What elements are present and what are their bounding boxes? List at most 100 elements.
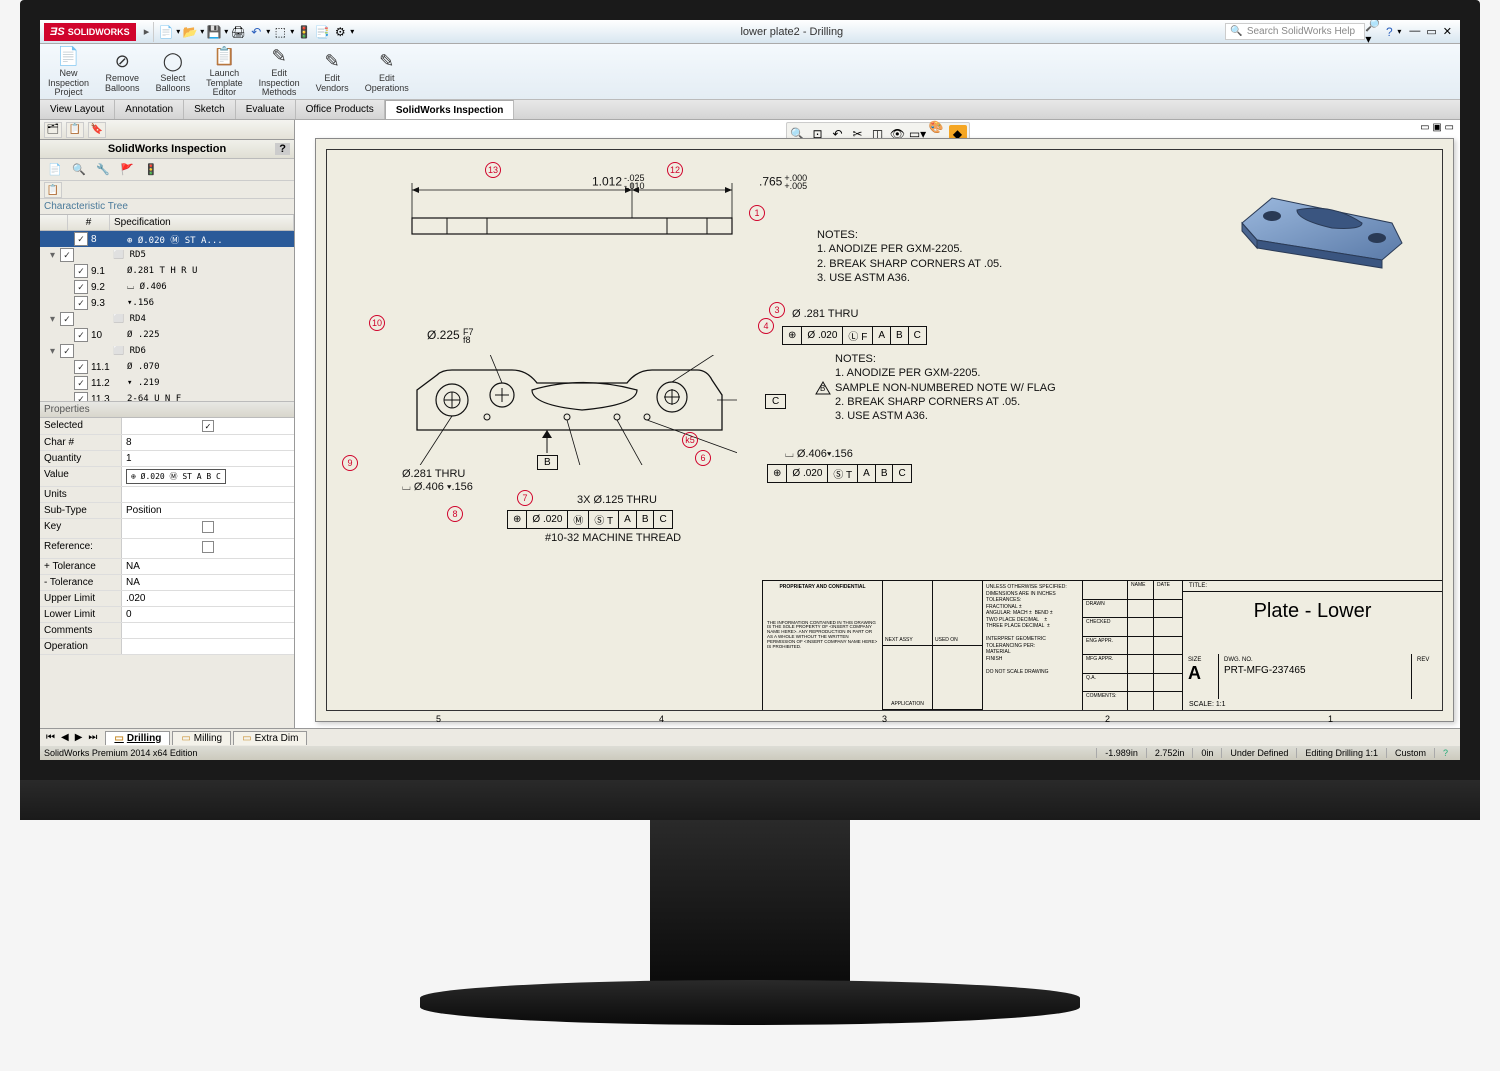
balloon-9[interactable]: 9 [342, 455, 358, 471]
save-icon[interactable]: 💾 [206, 24, 222, 40]
tree-row[interactable]: ✓9.1Ø.281 T H R U [40, 263, 294, 279]
options-icon[interactable]: 📑 [314, 24, 330, 40]
ribbon-edit[interactable]: ✎EditInspectionMethods [255, 43, 304, 101]
property-row[interactable]: Comments [40, 623, 294, 639]
balloon-13[interactable]: 13 [485, 162, 501, 178]
property-row[interactable]: Value⊕ Ø.020 Ⓜ ST A B C [40, 467, 294, 487]
property-row[interactable]: Sub-TypePosition [40, 503, 294, 519]
tab-sketch[interactable]: Sketch [184, 100, 236, 119]
help-icon[interactable]: ? [275, 143, 290, 155]
ribbon-select[interactable]: ◯SelectBalloons [152, 48, 195, 96]
property-row[interactable]: Char #8 [40, 435, 294, 451]
close-icon[interactable]: ✕ [1443, 25, 1452, 38]
balloon-3[interactable]: 3 [769, 302, 785, 318]
property-row[interactable]: Lower Limit0 [40, 607, 294, 623]
property-row[interactable]: - ToleranceNA [40, 575, 294, 591]
tree-row[interactable]: ✓11.1Ø .070 [40, 359, 294, 375]
sheet-tab-extra dim[interactable]: ▭Extra Dim [233, 731, 307, 745]
tree-row[interactable]: ▾✓⬜ RD6 [40, 343, 294, 359]
property-row[interactable]: Quantity1 [40, 451, 294, 467]
dropdown-icon[interactable]: ▾ [176, 27, 180, 36]
balloon-1[interactable]: 1 [749, 205, 765, 221]
property-row[interactable]: Reference: [40, 539, 294, 559]
tool-search-icon[interactable]: 🔍 [70, 161, 88, 179]
dropdown-icon[interactable]: ▾ [266, 27, 270, 36]
property-row[interactable]: Upper Limit.020 [40, 591, 294, 607]
tree-row[interactable]: ✓9.2⌴ Ø.406 [40, 279, 294, 295]
tab-office-products[interactable]: Office Products [296, 100, 385, 119]
rebuild-icon[interactable]: 🚦 [296, 24, 312, 40]
drawing-canvas[interactable]: 🔍 ⊡ ↶ ✂ ◫ 👁 ▭▾ 🎨▾ ◆ ▭ ▣ ▭ [295, 120, 1460, 728]
tab-annotation[interactable]: Annotation [115, 100, 184, 119]
status-x: -1.989in [1096, 748, 1146, 758]
search-icon: 🔍 [1230, 26, 1242, 37]
select-icon[interactable]: ⬚ [272, 24, 288, 40]
ribbon-edit[interactable]: ✎EditVendors [312, 48, 353, 96]
first-sheet-icon[interactable]: ⏮ [44, 732, 57, 743]
property-row[interactable]: Key [40, 519, 294, 539]
balloon-k5[interactable]: k5 [682, 432, 698, 448]
sub-tab-icon[interactable]: 📋 [44, 182, 62, 198]
sheet-tab-milling[interactable]: ▭Milling [172, 731, 231, 745]
col-specification[interactable]: Specification [110, 215, 294, 230]
tree-row[interactable]: ✓10Ø .225 [40, 327, 294, 343]
window-controls[interactable]: ▭ ▣ ▭ [1420, 122, 1454, 133]
drawing-sheet[interactable]: 1.012-.025-.010 .765+.000+.005 [315, 138, 1454, 722]
ribbon-remove[interactable]: ⊘RemoveBalloons [101, 48, 144, 96]
dropdown-icon[interactable]: ▾ [350, 27, 354, 36]
balloon-8[interactable]: 8 [447, 506, 463, 522]
property-row[interactable]: Units [40, 487, 294, 503]
undo-icon[interactable]: ↶ [248, 24, 264, 40]
minimize-icon[interactable]: — [1409, 25, 1420, 38]
balloon-10[interactable]: 10 [369, 315, 385, 331]
status-help-icon[interactable]: ? [1434, 748, 1456, 758]
tab-view-layout[interactable]: View Layout [40, 100, 115, 119]
next-sheet-icon[interactable]: ▶ [73, 732, 85, 743]
print-icon[interactable]: 🖨 [230, 24, 246, 40]
tab-solidworks-inspection[interactable]: SolidWorks Inspection [385, 100, 515, 119]
new-icon[interactable]: 📄 [158, 24, 174, 40]
settings-icon[interactable]: ⚙ [332, 24, 348, 40]
balloon-7[interactable]: 7 [517, 490, 533, 506]
balloon-4[interactable]: 4 [758, 318, 774, 334]
open-icon[interactable]: 📂 [182, 24, 198, 40]
characteristic-tree[interactable]: ✓8⊕ Ø.020 Ⓜ ST A...▾✓⬜ RD5✓9.1Ø.281 T H … [40, 231, 294, 401]
col-number[interactable]: # [68, 215, 110, 230]
tool-flag-icon[interactable]: 🚩 [118, 161, 136, 179]
search-dropdown-icon[interactable]: 🔎▾ [1365, 24, 1381, 40]
balloon-12[interactable]: 12 [667, 162, 683, 178]
last-sheet-icon[interactable]: ⏭ [86, 732, 99, 743]
ribbon-new[interactable]: 📄NewInspectionProject [44, 43, 93, 101]
search-input[interactable]: 🔍 Search SolidWorks Help [1225, 23, 1365, 40]
ribbon-launch[interactable]: 📋LaunchTemplateEditor [202, 43, 247, 101]
tab-config-icon[interactable]: 🔖 [88, 122, 106, 138]
maximize-icon[interactable]: ▭ [1426, 25, 1436, 38]
tool-doc-icon[interactable]: 📄 [46, 161, 64, 179]
tree-row[interactable]: ▾✓⬜ RD5 [40, 247, 294, 263]
tool-light-icon[interactable]: 🚦 [142, 161, 160, 179]
tab-property-icon[interactable]: 📋 [66, 122, 84, 138]
help-icon[interactable]: ? [1381, 24, 1397, 40]
tree-row[interactable]: ✓8⊕ Ø.020 Ⓜ ST A... [40, 231, 294, 247]
isometric-view [1222, 168, 1422, 268]
tab-evaluate[interactable]: Evaluate [236, 100, 296, 119]
tree-row[interactable]: ▾✓⬜ RD4 [40, 311, 294, 327]
chevron-right-icon[interactable]: ▸ [140, 25, 154, 38]
dropdown-icon[interactable]: ▾ [200, 27, 204, 36]
property-row[interactable]: Selected✓ [40, 418, 294, 435]
tree-row[interactable]: ✓11.32-64 U N F [40, 391, 294, 401]
notes-block-1: NOTES: 1. ANODIZE PER GXM-2205.2. BREAK … [817, 228, 1002, 285]
tree-row[interactable]: ✓9.3▾.156 [40, 295, 294, 311]
dropdown-icon[interactable]: ▾ [224, 27, 228, 36]
dropdown-icon[interactable]: ▾ [290, 27, 294, 36]
tab-feature-tree-icon[interactable]: 🗂 [44, 122, 62, 138]
tool-wrench-icon[interactable]: 🔧 [94, 161, 112, 179]
balloon-6[interactable]: 6 [695, 450, 711, 466]
sheet-tab-drilling[interactable]: ▭Drilling [105, 731, 170, 745]
search-placeholder: Search SolidWorks Help [1247, 26, 1355, 37]
prev-sheet-icon[interactable]: ◀ [59, 732, 71, 743]
property-row[interactable]: + ToleranceNA [40, 559, 294, 575]
tree-row[interactable]: ✓11.2▾ .219 [40, 375, 294, 391]
property-row[interactable]: Operation [40, 639, 294, 655]
ribbon-edit[interactable]: ✎EditOperations [361, 48, 413, 96]
